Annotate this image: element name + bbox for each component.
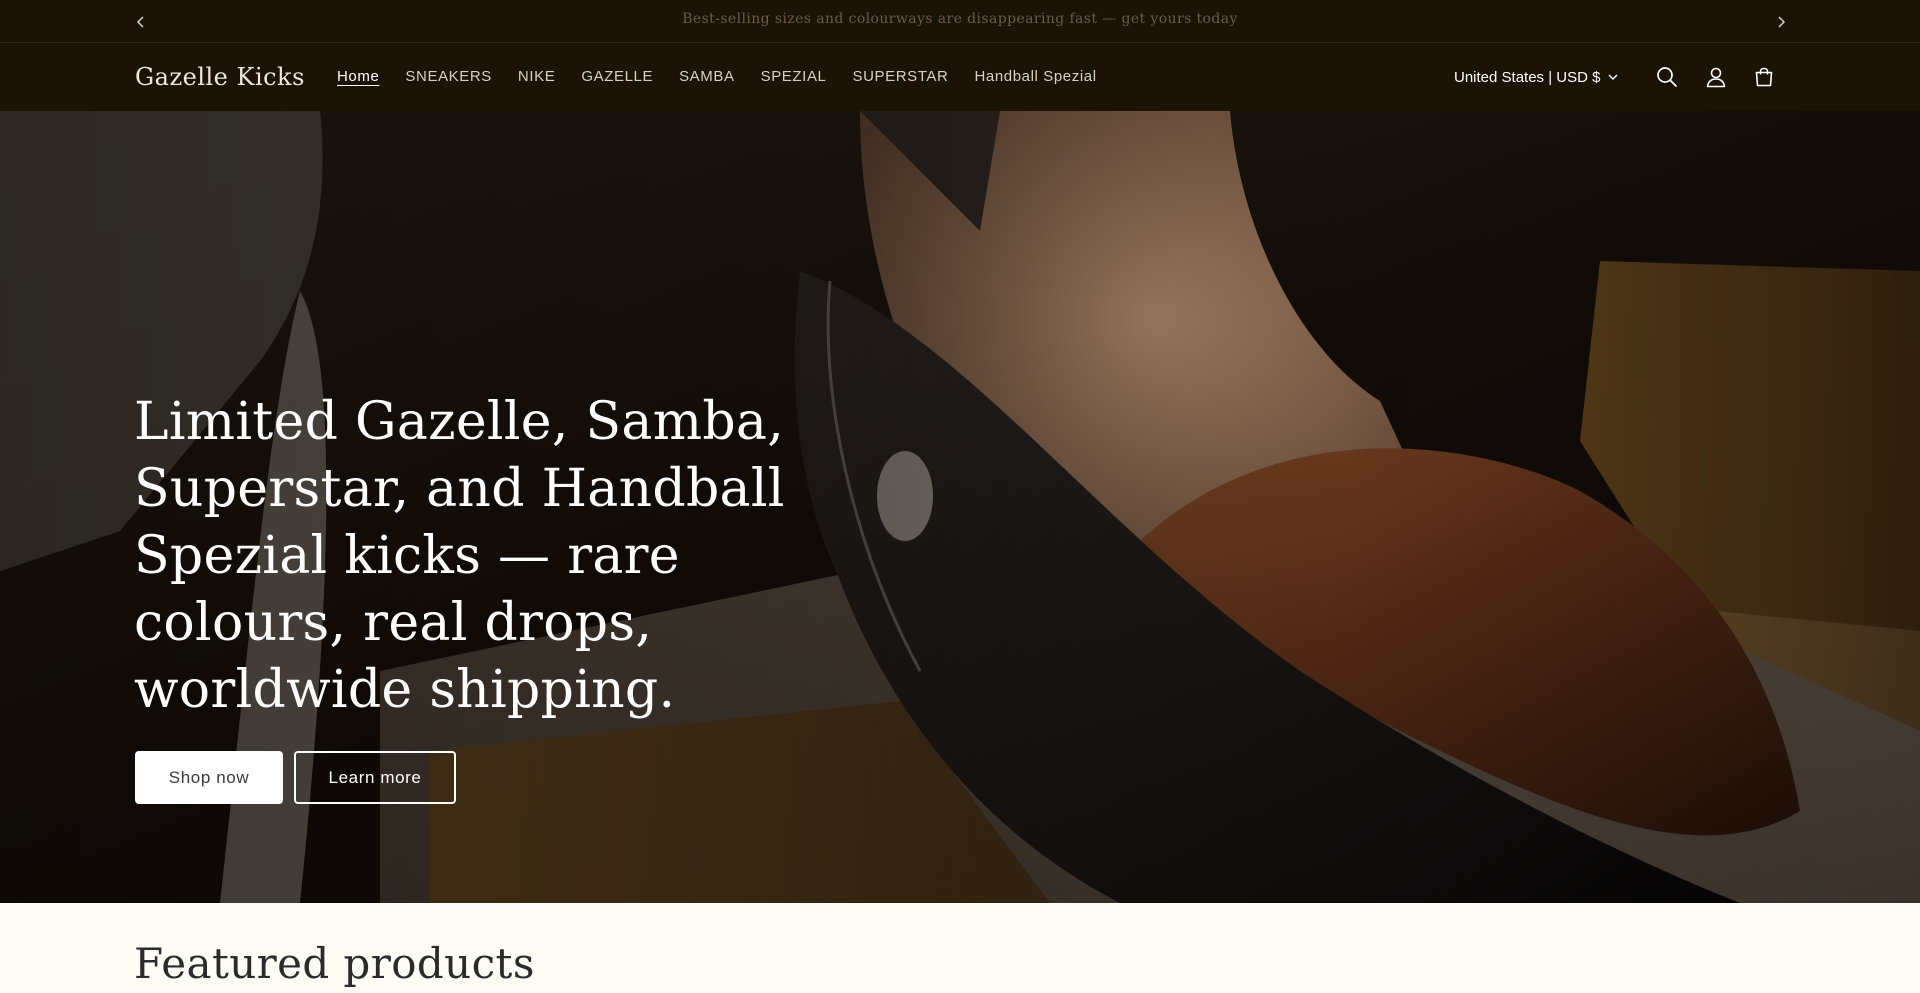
locale-selector[interactable]: United States | USD $ [1454,69,1618,86]
cart-icon [1755,67,1773,87]
nav-item-home[interactable]: Home [337,68,379,85]
nav-item-sneakers[interactable]: SNEAKERS [405,68,492,85]
shop-now-button[interactable]: Shop now [135,751,283,804]
featured-products-heading: Featured products [134,939,535,988]
chevron-down-icon [1608,74,1618,80]
main-nav: Home SNEAKERS NIKE GAZELLE SAMBA SPEZIAL… [337,68,1097,85]
nav-item-superstar[interactable]: SUPERSTAR [853,68,949,85]
announcement-bar: Best-selling sizes and colourways are di… [0,0,1920,43]
site-header: Gazelle Kicks Home SNEAKERS NIKE GAZELLE… [0,43,1920,111]
search-button[interactable] [1653,63,1681,91]
announcement-message[interactable]: Best-selling sizes and colourways are di… [0,11,1920,27]
store-logo[interactable]: Gazelle Kicks [135,63,305,91]
nav-item-handball-spezial[interactable]: Handball Spezial [974,68,1096,85]
account-button[interactable] [1702,63,1730,91]
hero-title: Limited Gazelle, Samba, Superstar, and H… [134,392,785,720]
account-icon [1706,67,1726,88]
learn-more-button[interactable]: Learn more [294,751,456,804]
hero-banner: Limited Gazelle, Samba, Superstar, and H… [0,111,1920,903]
search-icon [1657,67,1677,87]
featured-products-section: Featured products [0,903,1920,993]
nav-item-samba[interactable]: SAMBA [679,68,735,85]
nav-item-nike[interactable]: NIKE [518,68,555,85]
cart-button[interactable] [1750,63,1778,91]
nav-item-spezial[interactable]: SPEZIAL [761,68,827,85]
locale-label: United States | USD $ [1454,69,1601,86]
chevron-right-icon [1778,16,1786,28]
announcement-next-button[interactable] [1771,12,1791,32]
nav-item-gazelle[interactable]: GAZELLE [581,68,653,85]
